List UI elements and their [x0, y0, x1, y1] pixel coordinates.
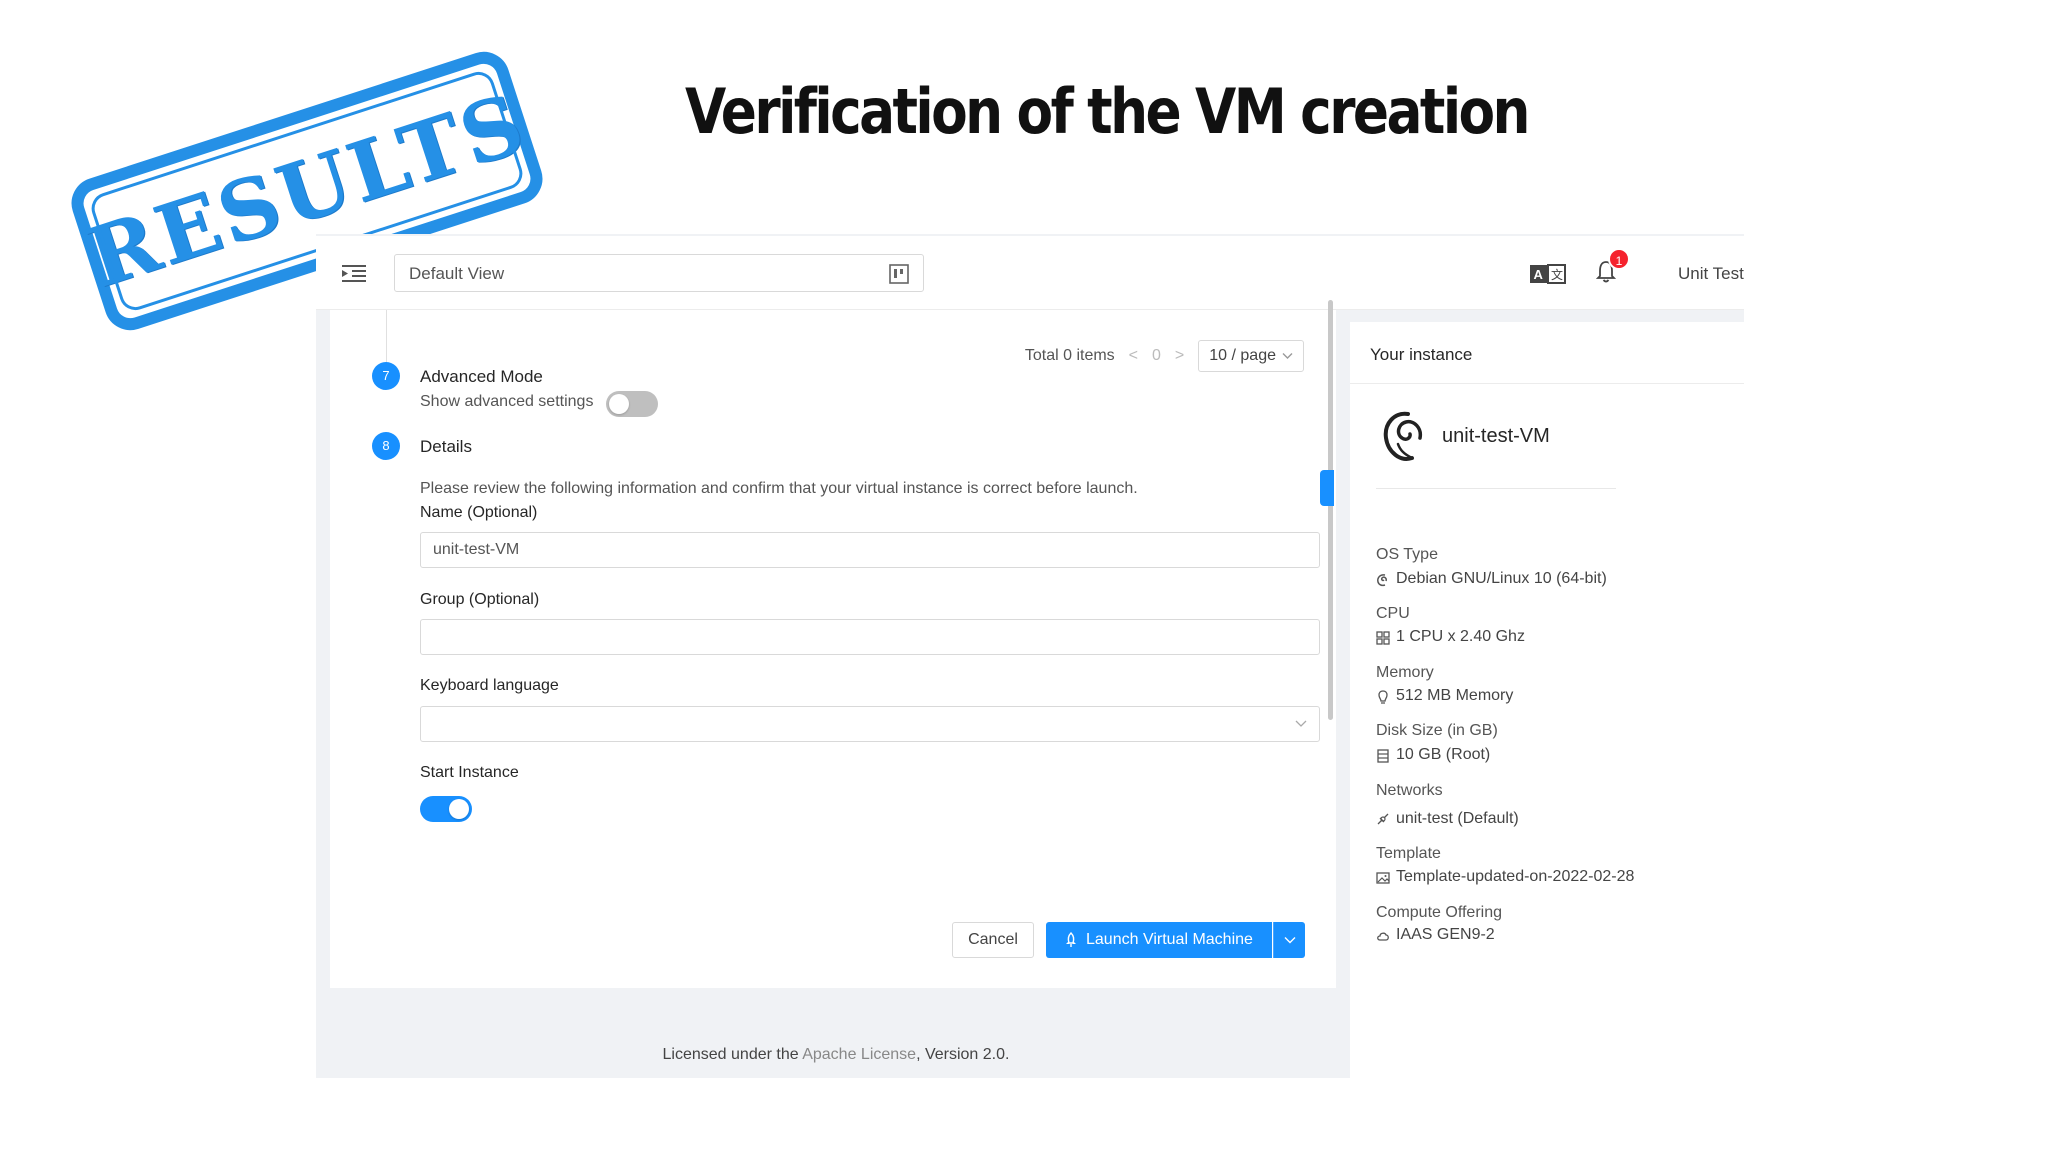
- panel-divider: [1376, 488, 1616, 489]
- deploy-form-card: Total 0 items < 0 > 10 / page 7 Advanced…: [330, 310, 1336, 988]
- os-type-value: Debian GNU/Linux 10 (64-bit): [1396, 570, 1607, 587]
- pagination-prev[interactable]: <: [1129, 347, 1138, 365]
- launch-vm-label: Launch Virtual Machine: [1086, 931, 1253, 948]
- page-size-value: 10 / page: [1209, 347, 1276, 364]
- cpu-icon: [1376, 631, 1390, 645]
- details-description: Please review the following information …: [420, 480, 1138, 497]
- compute-offering-value: IAAS GEN9-2: [1396, 926, 1495, 943]
- memory-icon: [1378, 690, 1388, 704]
- step-8-title: Details: [420, 437, 472, 456]
- side-drawer-tab[interactable]: [1320, 470, 1334, 506]
- rocket-icon: [1066, 932, 1076, 947]
- memory-value: 512 MB Memory: [1396, 687, 1514, 704]
- view-select[interactable]: Default View: [394, 254, 924, 292]
- cpu-value: 1 CPU x 2.40 Ghz: [1396, 628, 1525, 645]
- cloud-icon: [1377, 932, 1389, 941]
- name-input[interactable]: unit-test-VM: [420, 532, 1320, 568]
- group-input[interactable]: [420, 619, 1320, 655]
- svg-text:A: A: [1534, 267, 1544, 282]
- os-type-label: OS Type: [1376, 546, 1438, 563]
- image-icon: [1376, 872, 1390, 884]
- keyboard-label: Keyboard language: [420, 677, 559, 694]
- advanced-settings-label: Show advanced settings: [420, 393, 594, 410]
- notification-badge: 1: [1608, 248, 1630, 270]
- chevron-down-icon: [1284, 937, 1296, 944]
- menu-fold-icon[interactable]: [342, 264, 366, 284]
- slide-title: Verification of the VM creation: [685, 75, 1531, 148]
- debian-logo-icon: [1383, 411, 1423, 461]
- advanced-settings-toggle[interactable]: [606, 391, 658, 417]
- translate-icon[interactable]: A 文: [1530, 264, 1566, 284]
- panel-header: Your instance: [1350, 322, 1744, 384]
- pagination-page[interactable]: 0: [1152, 347, 1161, 365]
- disk-icon: [1377, 749, 1389, 763]
- panel-title: Your instance: [1370, 345, 1473, 364]
- panel-scrollbar[interactable]: [1328, 300, 1333, 720]
- chevron-down-icon: [1282, 353, 1293, 359]
- group-label: Group (Optional): [420, 591, 540, 608]
- template-label: Template: [1376, 845, 1441, 862]
- pagination-total: Total 0 items: [1024, 347, 1115, 364]
- start-instance-label: Start Instance: [420, 764, 519, 781]
- toggle-knob: [449, 799, 469, 819]
- networks-value: unit-test (Default): [1396, 810, 1519, 827]
- network-icon: [1377, 813, 1389, 825]
- step-7-number: 7: [372, 362, 400, 390]
- debian-icon: [1377, 574, 1387, 587]
- app-window: Default View A 文 1 Unit Test Total 0 ite…: [316, 234, 1744, 1078]
- launch-vm-button[interactable]: Launch Virtual Machine: [1046, 922, 1272, 958]
- top-bar: Default View A 文 1 Unit Test: [316, 236, 1744, 310]
- cpu-label: CPU: [1376, 605, 1410, 622]
- view-select-value: Default View: [409, 264, 505, 283]
- step-8-number: 8: [372, 432, 400, 460]
- launch-options-dropdown[interactable]: [1273, 922, 1305, 958]
- disk-size-label: Disk Size (in GB): [1376, 722, 1498, 739]
- page-size-select[interactable]: 10 / page: [1198, 340, 1304, 372]
- networks-label: Networks: [1376, 782, 1443, 799]
- footer-prefix: Licensed under the: [662, 1046, 803, 1063]
- name-label: Name (Optional): [420, 504, 538, 521]
- memory-label: Memory: [1376, 664, 1434, 681]
- template-value: Template-updated-on-2022-02-28: [1396, 868, 1635, 885]
- compute-offering-label: Compute Offering: [1376, 904, 1502, 921]
- instance-summary-panel: Your instance unit-test-VM OS Type Debia…: [1350, 322, 1744, 1078]
- vm-name: unit-test-VM: [1442, 425, 1550, 447]
- step-7-title: Advanced Mode: [420, 367, 543, 386]
- chevron-down-icon: [1295, 720, 1307, 727]
- apache-license-link[interactable]: Apache License: [802, 1046, 916, 1063]
- svg-text:文: 文: [1551, 267, 1563, 282]
- layout-icon[interactable]: [889, 264, 909, 284]
- keyboard-select[interactable]: [420, 706, 1320, 742]
- user-menu[interactable]: Unit Test: [1678, 264, 1744, 284]
- license-footer: Licensed under the Apache License, Versi…: [316, 1046, 1356, 1064]
- start-instance-toggle[interactable]: [420, 796, 472, 822]
- toggle-knob: [609, 394, 629, 414]
- disk-size-value: 10 GB (Root): [1396, 746, 1491, 763]
- pagination: Total 0 items < 0 > 10 / page: [1025, 340, 1304, 372]
- pagination-next[interactable]: >: [1175, 347, 1184, 365]
- cancel-button[interactable]: Cancel: [952, 922, 1034, 958]
- footer-suffix: , Version 2.0.: [916, 1046, 1010, 1063]
